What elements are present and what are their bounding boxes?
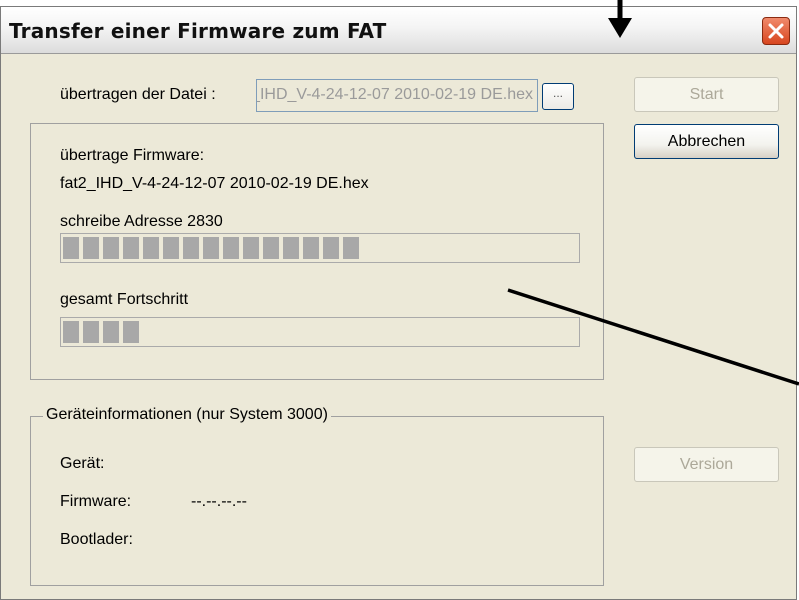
file-path-field[interactable]: fat2_IHD_V-4-24-12-07 2010-02-19 DE.hex [256, 79, 538, 112]
start-button[interactable]: Start [634, 77, 779, 112]
device-label: Gerät: [60, 455, 105, 472]
progress-segment [283, 237, 299, 259]
bootloader-label: Bootlader: [60, 531, 133, 548]
progress-segment [323, 237, 339, 259]
browse-button[interactable]: ... [542, 83, 574, 110]
progress-segment [123, 321, 139, 343]
version-button[interactable]: Version [634, 447, 779, 482]
progress-segment [263, 237, 279, 259]
progress-segment [103, 237, 119, 259]
transfer-label: übertrage Firmware: [60, 147, 205, 164]
progress-segment [63, 237, 79, 259]
window-title: Transfer einer Firmware zum FAT [9, 19, 387, 43]
total-progress-label: gesamt Fortschritt [60, 291, 189, 308]
progress-segment [163, 237, 179, 259]
firmware-label: Firmware: [60, 493, 132, 510]
close-icon [768, 23, 784, 39]
address-label: schreibe Adresse 2830 [60, 213, 223, 230]
progress-segment [243, 237, 259, 259]
progress-segment [183, 237, 199, 259]
progress-segment [83, 321, 99, 343]
total-progress-bar [60, 317, 580, 347]
device-info-legend: Geräteinformationen (nur System 3000) [43, 406, 331, 424]
progress-segment [343, 237, 359, 259]
address-progress-bar [60, 233, 580, 263]
title-bar[interactable]: Transfer einer Firmware zum FAT [1, 7, 796, 54]
cancel-button[interactable]: Abbrechen [634, 124, 779, 159]
firmware-value: --.--.--.-- [191, 493, 247, 510]
progress-segment [303, 237, 319, 259]
progress-segment [203, 237, 219, 259]
file-path-value: fat2_IHD_V-4-24-12-07 2010-02-19 DE.hex [257, 86, 533, 103]
close-button[interactable] [762, 17, 790, 45]
progress-segment [223, 237, 239, 259]
file-label: übertragen der Datei : [60, 86, 216, 103]
progress-segment [123, 237, 139, 259]
transfer-filename: fat2_IHD_V-4-24-12-07 2010-02-19 DE.hex [60, 175, 369, 192]
dialog-window: Transfer einer Firmware zum FAT übertrag… [0, 6, 797, 600]
progress-segment [143, 237, 159, 259]
progress-segment [83, 237, 99, 259]
progress-segment [103, 321, 119, 343]
progress-segment [63, 321, 79, 343]
